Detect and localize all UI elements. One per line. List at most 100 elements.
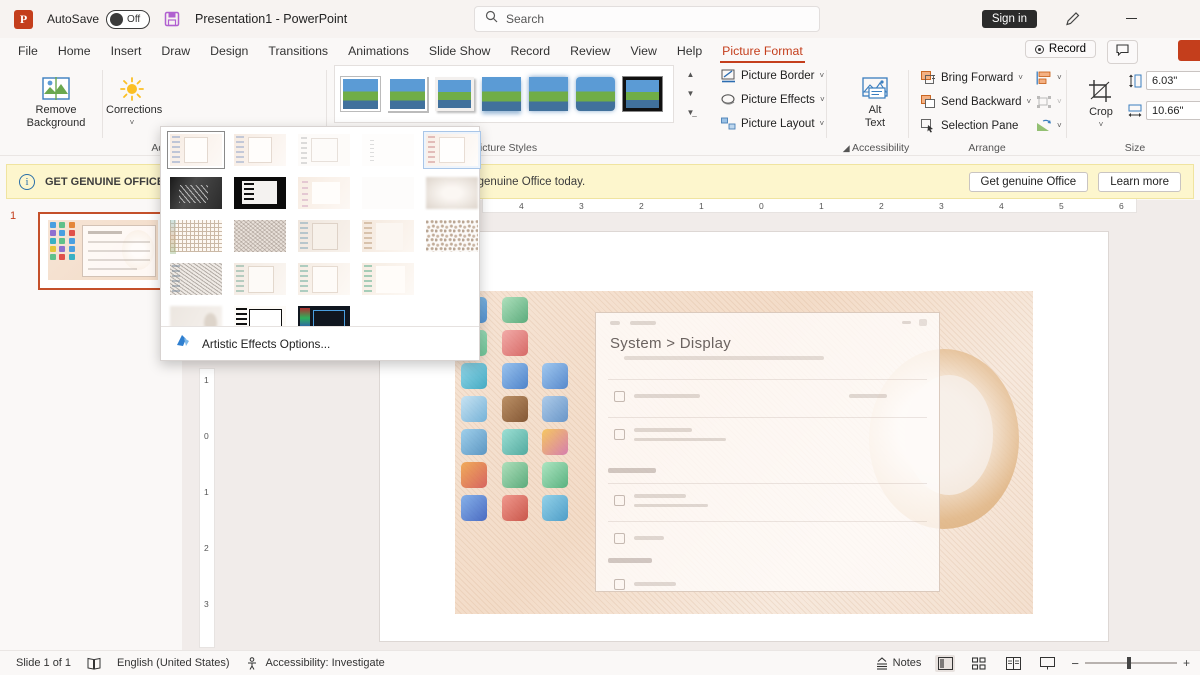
align-button[interactable]: ˅: [1031, 66, 1067, 89]
comment-icon: [1116, 44, 1129, 57]
tab-animations[interactable]: Animations: [338, 41, 419, 61]
tab-record[interactable]: Record: [500, 41, 560, 61]
accessibility-status[interactable]: Accessibility: Investigate: [246, 656, 385, 670]
tab-design[interactable]: Design: [200, 41, 258, 61]
crop-button[interactable]: Crop ˅: [1078, 70, 1124, 131]
align-chevron-down-icon[interactable]: ˅: [1057, 73, 1062, 82]
slide-thumbnail-1[interactable]: [38, 212, 168, 290]
rotate-chevron-down-icon[interactable]: ˅: [1057, 121, 1062, 130]
picture-layout-button[interactable]: Picture Layout ˅: [716, 112, 829, 135]
tab-insert[interactable]: Insert: [101, 41, 152, 61]
artistic-effect-paint-strokes[interactable]: [295, 260, 353, 298]
tab-slide-show[interactable]: Slide Show: [419, 41, 501, 61]
artistic-effect-paint-brush[interactable]: [359, 260, 417, 298]
reading-view-button[interactable]: [1003, 655, 1023, 672]
artistic-effect-cement[interactable]: [423, 174, 481, 212]
slide-surface[interactable]: System > Display: [380, 232, 1108, 641]
artistic-effect-pencil-sketch[interactable]: [359, 131, 417, 169]
artistic-effect-watercolor-sponge[interactable]: [167, 174, 225, 212]
group-divider: [1066, 70, 1067, 138]
tab-transitions[interactable]: Transitions: [258, 41, 338, 61]
tab-home[interactable]: Home: [48, 41, 101, 61]
search-input[interactable]: Search: [474, 6, 820, 32]
artistic-effect-pencil-grayscale[interactable]: [295, 131, 353, 169]
artistic-effect-chalk-sketch[interactable]: [231, 260, 289, 298]
zoom-slider[interactable]: − +: [1071, 656, 1190, 671]
slide-sorter-button[interactable]: [969, 655, 989, 672]
comments-button[interactable]: [1107, 40, 1138, 64]
send-backward-button[interactable]: Send Backward ˅: [916, 90, 1036, 113]
picture-style-option[interactable]: [482, 77, 521, 111]
artistic-effect-pastels-smooth[interactable]: [295, 217, 353, 255]
pen-icon[interactable]: [1064, 10, 1082, 33]
record-button[interactable]: Record: [1024, 40, 1096, 58]
autosave-toggle[interactable]: Off: [106, 9, 151, 29]
picture-border-chevron-down-icon[interactable]: ˅: [820, 71, 825, 80]
minimize-button[interactable]: [1126, 11, 1140, 25]
group-chevron-down-icon[interactable]: ˅: [1057, 97, 1062, 106]
artistic-effect-film-grain[interactable]: [231, 174, 289, 212]
picture-style-option[interactable]: [341, 77, 380, 111]
tab-draw[interactable]: Draw: [151, 41, 200, 61]
artistic-effect-light-screen[interactable]: [423, 260, 481, 298]
picture-style-option[interactable]: [576, 77, 615, 111]
artistic-effect-glass[interactable]: [359, 174, 417, 212]
slideshow-button[interactable]: [1037, 655, 1057, 672]
group-button[interactable]: ˅: [1031, 90, 1067, 113]
bring-forward-chevron-down-icon[interactable]: ˅: [1018, 73, 1023, 82]
language-label[interactable]: English (United States): [117, 657, 230, 669]
shape-height-input[interactable]: 6.03": [1146, 71, 1200, 90]
picture-effects-chevron-down-icon[interactable]: ˅: [820, 95, 825, 104]
artistic-effect-glow-edges[interactable]: [423, 217, 481, 255]
remove-background-button[interactable]: Remove Background: [22, 68, 90, 129]
zoom-thumb[interactable]: [1126, 657, 1131, 669]
picture-layout-chevron-down-icon[interactable]: ˅: [820, 119, 825, 128]
artistic-effect-texturizer[interactable]: [167, 217, 225, 255]
artistic-effect-line-drawing[interactable]: [423, 131, 481, 169]
tab-help[interactable]: Help: [667, 41, 712, 61]
bring-forward-button[interactable]: Bring Forward ˅: [916, 66, 1028, 89]
slide-picture[interactable]: System > Display: [455, 291, 1033, 614]
notes-button[interactable]: Notes: [875, 656, 921, 670]
tab-picture-format[interactable]: Picture Format: [712, 41, 813, 63]
picture-styles-scroll[interactable]: ▲ ▼ ▼̲: [684, 66, 697, 122]
more-styles-icon[interactable]: ▼̲: [684, 107, 697, 119]
artistic-effect-plastic-wrap[interactable]: [359, 217, 417, 255]
tab-view[interactable]: View: [620, 41, 666, 61]
picture-border-button[interactable]: Picture Border ˅: [716, 64, 829, 87]
sign-in-button[interactable]: Sign in: [981, 10, 1037, 28]
artistic-effects-options-row[interactable]: Artistic Effects Options...: [161, 326, 479, 360]
artistic-effect-none[interactable]: [167, 131, 225, 169]
selection-pane-button[interactable]: Selection Pane: [916, 114, 1023, 137]
accessibility-dialog-launcher-icon[interactable]: ◢: [843, 143, 850, 153]
save-icon[interactable]: [163, 10, 181, 28]
alt-text-button[interactable]: Alt Text: [845, 68, 905, 129]
artistic-effect-marker[interactable]: [231, 131, 289, 169]
zoom-out-icon[interactable]: −: [1071, 656, 1079, 671]
normal-view-button[interactable]: [935, 654, 956, 672]
picture-effects-button[interactable]: Picture Effects ˅: [716, 88, 830, 111]
slide-notes-indicator-icon[interactable]: [87, 657, 101, 670]
artistic-effect-crisscross-etching[interactable]: [231, 217, 289, 255]
picture-style-option[interactable]: [529, 77, 568, 111]
picture-style-option-selected[interactable]: [622, 76, 663, 112]
picture-style-option[interactable]: [388, 77, 427, 111]
scroll-down-icon[interactable]: ▼: [684, 88, 697, 100]
crop-chevron-down-icon[interactable]: ˅: [1078, 119, 1124, 132]
learn-more-button[interactable]: Learn more: [1098, 171, 1181, 192]
scroll-up-icon[interactable]: ▲: [684, 69, 697, 81]
artistic-effect-photocopy[interactable]: [167, 260, 225, 298]
artistic-effect-mosaic-bubbles[interactable]: [295, 174, 353, 212]
picture-styles-gallery[interactable]: [334, 65, 674, 123]
rotate-button[interactable]: ˅: [1031, 114, 1067, 137]
tab-file[interactable]: File: [8, 41, 48, 61]
corrections-button[interactable]: Corrections ˅: [106, 68, 162, 130]
shape-width-input[interactable]: 10.66": [1146, 101, 1200, 120]
picture-style-option[interactable]: [435, 77, 474, 111]
share-button[interactable]: [1178, 40, 1200, 61]
tab-review[interactable]: Review: [560, 41, 620, 61]
get-genuine-office-button[interactable]: Get genuine Office: [968, 171, 1089, 192]
corrections-chevron-down-icon[interactable]: ˅: [106, 117, 158, 130]
zoom-track[interactable]: [1084, 657, 1177, 669]
zoom-in-icon[interactable]: +: [1183, 656, 1190, 670]
